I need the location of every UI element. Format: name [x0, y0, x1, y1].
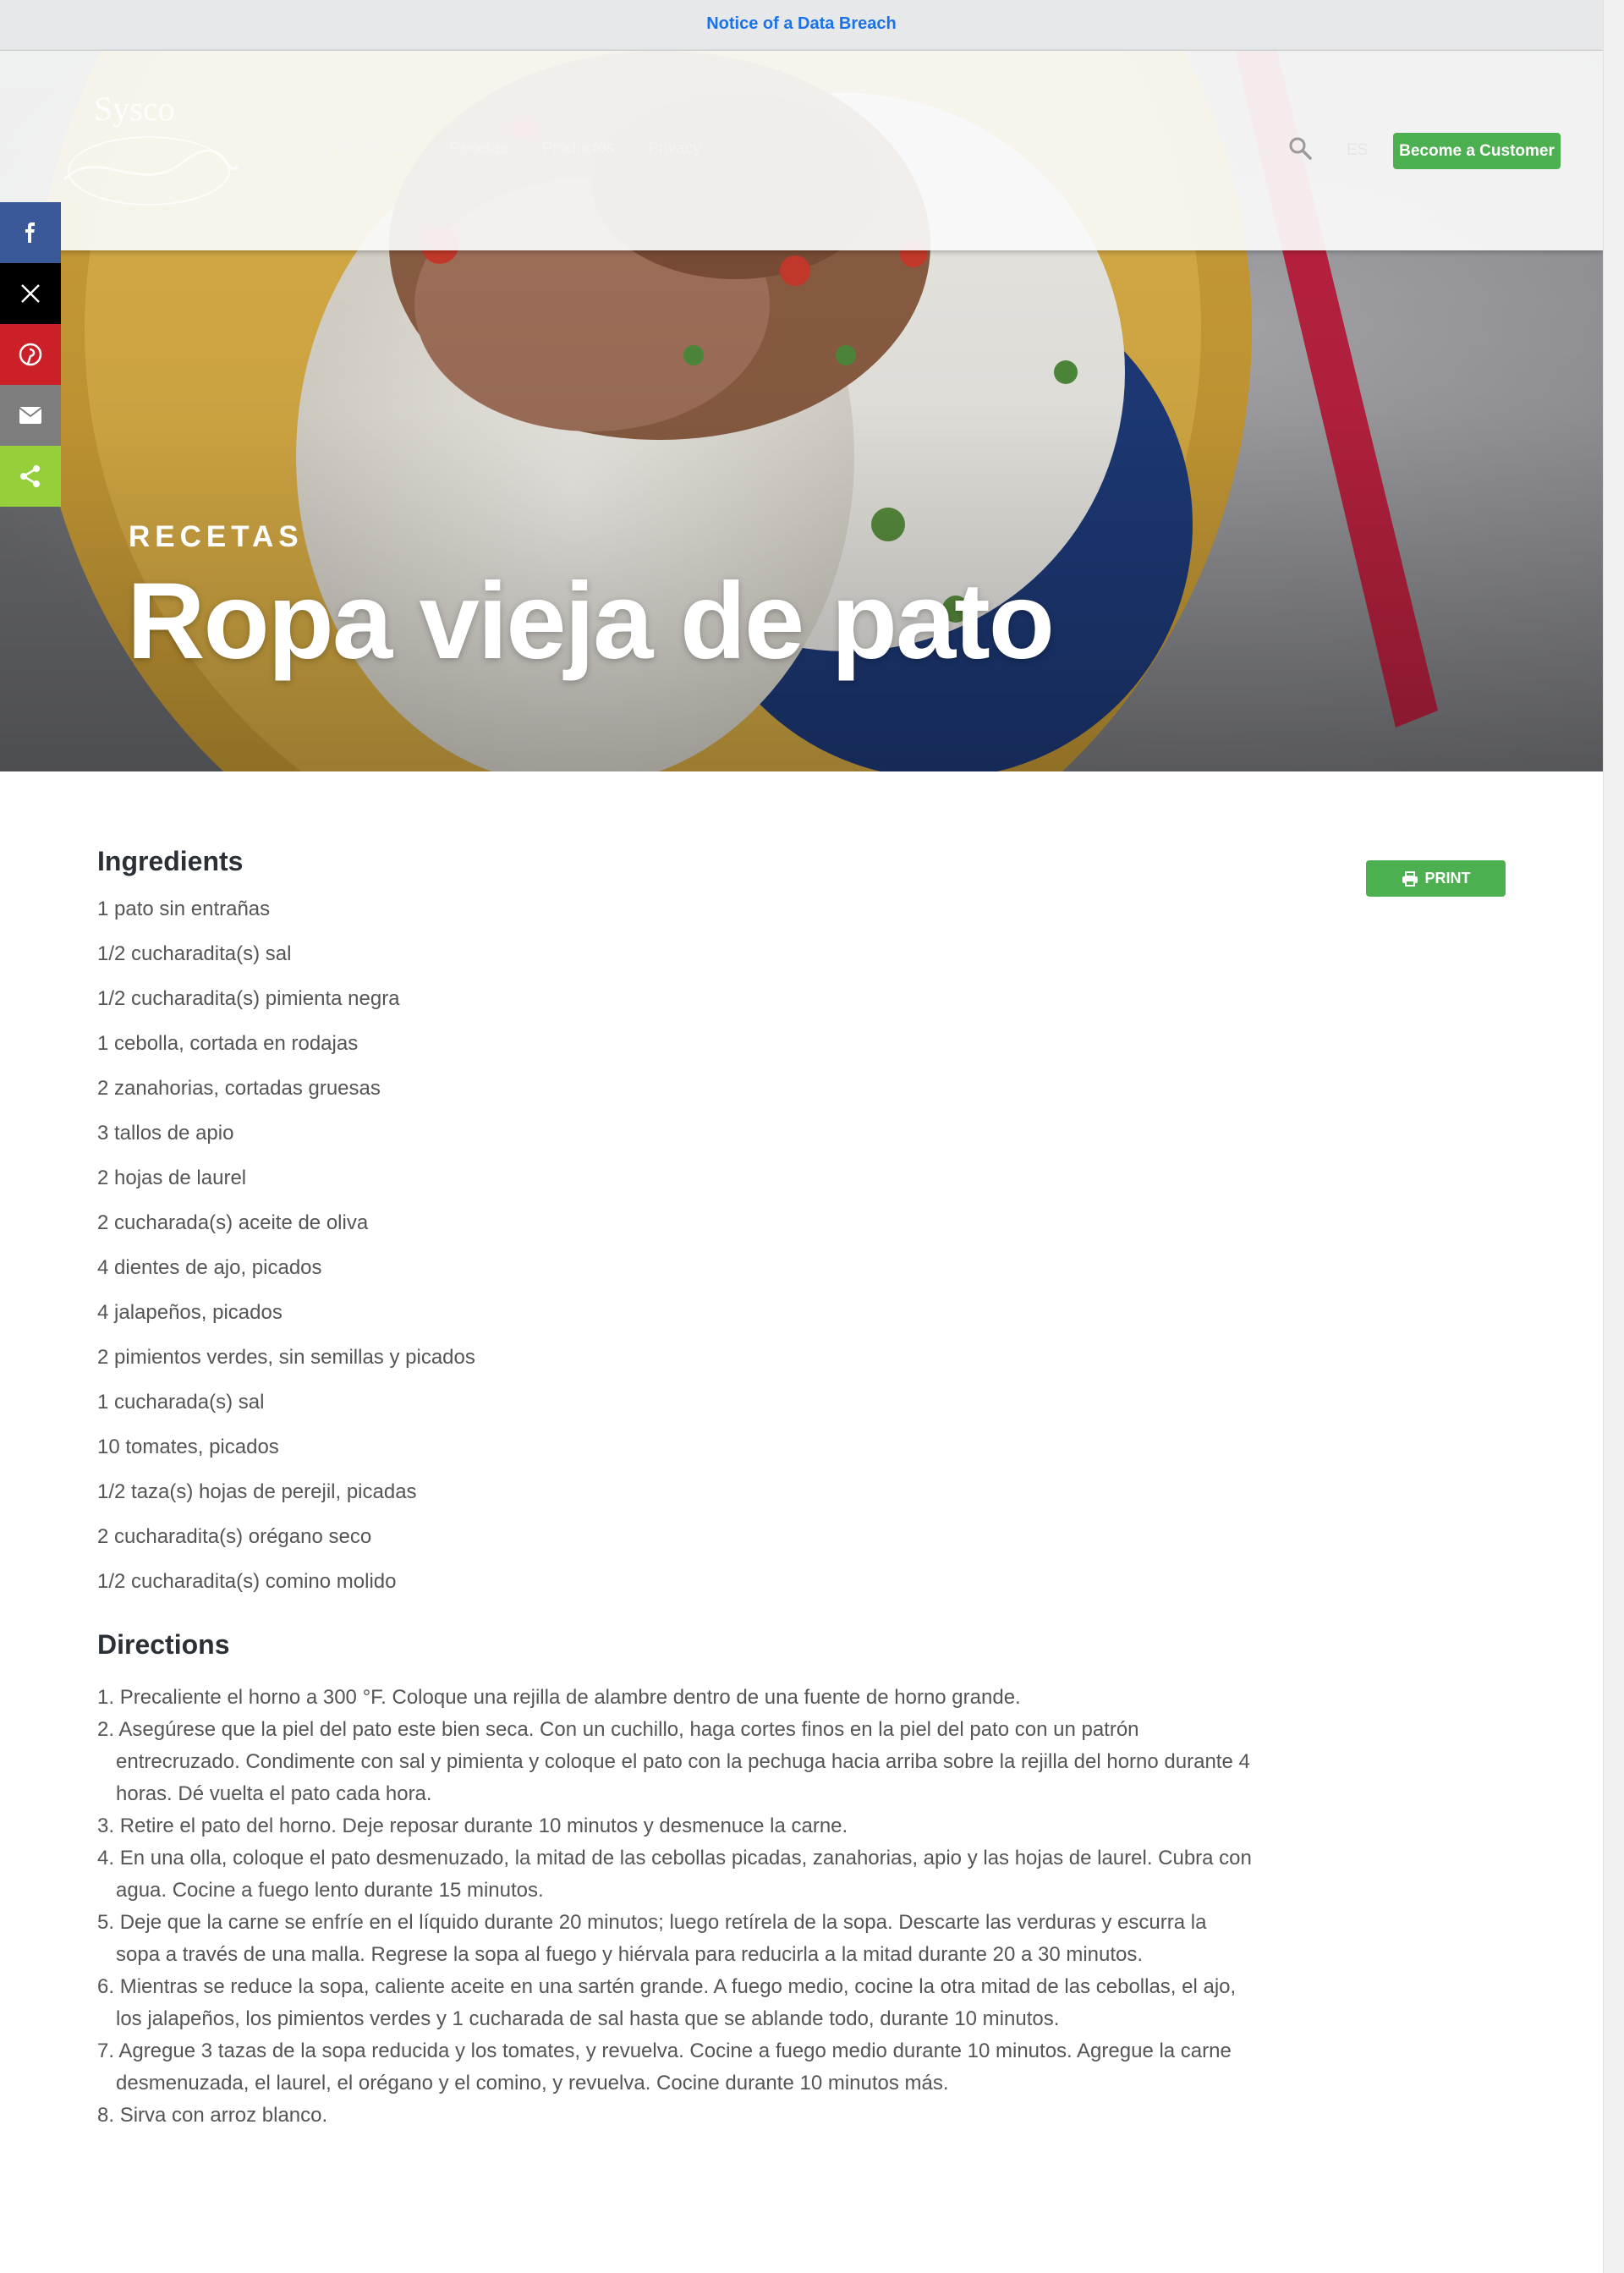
share-email-button[interactable]	[0, 385, 61, 446]
nav-item-privacy[interactable]: Privacy	[648, 140, 700, 158]
notice-bar: Notice of a Data Breach	[0, 0, 1603, 51]
ingredient-item: 2 cucharada(s) aceite de oliva	[97, 1211, 369, 1234]
ingredient-item: 1 cebolla, cortada en rodajas	[97, 1032, 359, 1055]
ingredient-item: 1/2 taza(s) hojas de perejil, picadas	[97, 1480, 417, 1503]
language-toggle[interactable]: ES	[1347, 141, 1368, 160]
direction-step: Precaliente el horno a 300 °F. Coloque u…	[119, 1686, 1021, 1709]
social-share-bar	[0, 202, 61, 507]
direction-step: Sirva con arroz blanco.	[119, 2104, 328, 2127]
recipe-content: Ingredients 1 pato sin entrañas 1/2 cuch…	[97, 846, 1252, 2132]
ingredients-list: 1 pato sin entrañas 1/2 cucharadita(s) s…	[97, 897, 1252, 1614]
pinterest-icon	[19, 343, 42, 366]
share-generic-button[interactable]	[0, 446, 61, 507]
main-nav: Tips y Tendencias Recetas Productos Priv…	[288, 140, 701, 158]
directions-heading: Directions	[97, 1629, 230, 1660]
search-button[interactable]	[1287, 135, 1313, 161]
data-breach-notice-link[interactable]: Notice of a Data Breach	[706, 14, 897, 34]
direction-step: Asegúrese que la piel del pato este bien…	[116, 1718, 1250, 1805]
logo-icon: Sysco	[63, 90, 239, 206]
share-facebook-button[interactable]	[0, 202, 61, 263]
ingredient-item: 4 dientes de ajo, picados	[97, 1256, 322, 1279]
ingredient-item: 1 pato sin entrañas	[97, 898, 271, 920]
share-pinterest-button[interactable]	[0, 324, 61, 385]
nav-item-productos[interactable]: Productos	[542, 140, 615, 158]
direction-step: Mientras se reduce la sopa, caliente ace…	[116, 1975, 1237, 2030]
ingredient-item: 2 cucharadita(s) orégano seco	[97, 1525, 372, 1548]
logo-wordmark: Sysco	[94, 90, 175, 128]
ingredient-item: 3 tallos de apio	[97, 1122, 234, 1145]
ingredient-item: 2 zanahorias, cortadas gruesas	[97, 1077, 381, 1100]
nav-item-tips[interactable]: Tips y Tendencias	[288, 140, 415, 158]
ingredients-heading: Ingredients	[97, 846, 244, 876]
scrollbar[interactable]	[1603, 0, 1624, 2273]
facebook-icon	[25, 222, 35, 243]
hero-eyebrow: RECETAS	[129, 520, 304, 553]
ingredient-item: 1/2 cucharadita(s) sal	[97, 942, 292, 965]
become-customer-button[interactable]: Become a Customer	[1393, 133, 1561, 169]
print-label: PRINT	[1424, 870, 1471, 887]
ingredient-item: 10 tomates, picados	[97, 1436, 279, 1458]
x-icon	[21, 284, 40, 303]
direction-step: En una olla, coloque el pato desmenuzado…	[116, 1847, 1252, 1902]
sysco-logo[interactable]: Sysco	[47, 86, 250, 213]
share-icon	[20, 465, 40, 487]
ingredient-item: 2 pimientos verdes, sin semillas y picad…	[97, 1346, 475, 1369]
print-button[interactable]: PRINT	[1366, 860, 1506, 897]
search-icon	[1289, 137, 1312, 160]
ingredient-item: 2 hojas de laurel	[97, 1167, 247, 1189]
share-x-button[interactable]	[0, 263, 61, 324]
ingredient-item: 1 cucharada(s) sal	[97, 1391, 265, 1414]
direction-step: Agregue 3 tazas de la sopa reducida y lo…	[116, 2040, 1232, 2095]
ingredient-item: 1/2 cucharadita(s) pimienta negra	[97, 987, 400, 1010]
site-header: Sysco Tips y Tendencias Recetas Producto…	[0, 51, 1603, 250]
ingredient-item: 1/2 cucharadita(s) comino molido	[97, 1570, 397, 1593]
email-icon	[19, 407, 42, 424]
direction-step: Deje que la carne se enfríe en el líquid…	[116, 1911, 1207, 1966]
ingredient-item: 4 jalapeños, picados	[97, 1301, 283, 1324]
page-title: Ropa vieja de pato	[127, 561, 1055, 682]
nav-item-recetas[interactable]: Recetas	[449, 140, 508, 158]
printer-icon	[1402, 870, 1418, 887]
directions-list: Precaliente el horno a 300 °F. Coloque u…	[97, 1682, 1252, 2132]
direction-step: Retire el pato del horno. Deje reposar d…	[119, 1815, 848, 1837]
